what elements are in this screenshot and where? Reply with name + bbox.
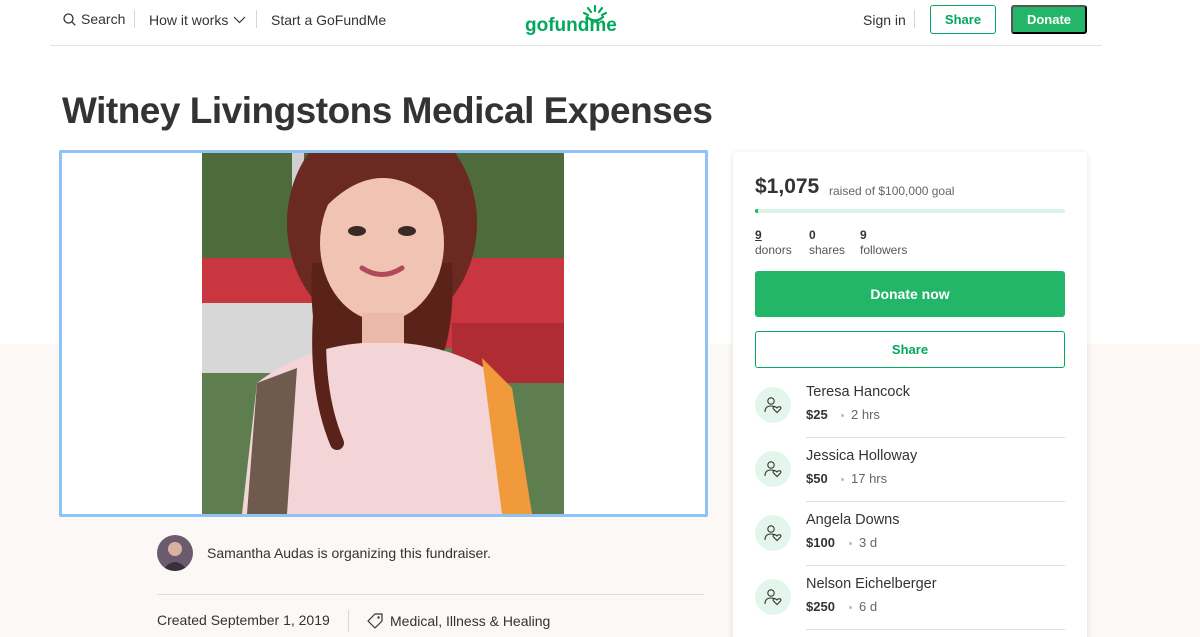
donation-item: Jessica Holloway $50 17 hrs — [755, 447, 1065, 511]
nav-divider — [134, 10, 135, 28]
stat-value: 9 — [860, 228, 867, 242]
category-link[interactable]: Medical, Illness & Healing — [366, 612, 550, 630]
how-it-works-menu[interactable]: How it works — [149, 12, 246, 28]
stat-value: 0 — [809, 228, 816, 242]
donation-sidebar: $1,075 raised of $100,000 goal 9 donors … — [733, 152, 1087, 637]
meta-divider — [348, 610, 349, 632]
separator-dot — [841, 478, 844, 481]
campaign-title: Witney Livingstons Medical Expenses — [62, 90, 713, 131]
separator-dot — [841, 414, 844, 417]
separator-dot — [849, 542, 852, 545]
donation-time: 3 d — [859, 535, 878, 550]
header-share-button[interactable]: Share — [930, 5, 996, 34]
donation-time: 2 hrs — [851, 407, 880, 422]
donor-name: Nelson Eichelberger — [806, 576, 937, 592]
stat-value: 9 — [755, 228, 762, 242]
how-it-works-label: How it works — [149, 12, 229, 28]
start-gofundme-label: Start a GoFundMe — [271, 12, 387, 28]
logo-text: gofundme — [525, 15, 617, 36]
tag-icon — [367, 613, 383, 629]
gofundme-logo[interactable]: gofundme — [525, 4, 625, 38]
start-gofundme-link[interactable]: Start a GoFundMe — [271, 12, 386, 28]
donation-amount: $50 — [806, 471, 828, 486]
organizer-text: Samantha Audas is organizing this fundra… — [207, 545, 492, 561]
donor-heart-icon — [755, 515, 791, 551]
progress-fill — [755, 209, 759, 213]
donation-item: Teresa Hancock $25 2 hrs — [755, 383, 1065, 447]
donation-divider — [806, 565, 1065, 566]
search-icon — [63, 12, 76, 26]
donation-divider — [806, 437, 1065, 438]
campaign-photo-image — [202, 153, 564, 514]
search-label: Search — [81, 11, 126, 27]
donation-amount: $25 — [806, 407, 828, 422]
donor-name: Angela Downs — [806, 512, 900, 528]
chevron-down-icon — [233, 16, 246, 24]
stat-label: donors — [755, 243, 792, 257]
header-donate-button[interactable]: Donate — [1011, 5, 1087, 34]
site-header: Search How it works Start a GoFundMe gof… — [0, 0, 1200, 46]
donor-heart-icon — [755, 579, 791, 615]
stat-followers: 9 followers — [860, 228, 907, 258]
nav-divider — [914, 10, 915, 28]
donor-heart-icon — [755, 451, 791, 487]
raised-amount: $1,075 — [755, 175, 820, 198]
stat-donors[interactable]: 9 donors — [755, 228, 792, 258]
stat-label: shares — [809, 243, 846, 257]
stat-shares: 0 shares — [809, 228, 845, 258]
donor-heart-icon — [755, 387, 791, 423]
progress-bar — [755, 209, 1065, 213]
share-button[interactable]: Share — [755, 331, 1065, 368]
raised-goal: raised of $100,000 goal — [829, 184, 955, 198]
donation-amount: $100 — [806, 535, 835, 550]
sign-in-label: Sign in — [863, 12, 906, 28]
donation-item: Angela Downs $100 3 d — [755, 511, 1065, 575]
donation-time: 6 d — [859, 599, 878, 614]
logo-graphic: gofundme — [525, 4, 617, 36]
organizer-divider — [157, 594, 704, 595]
created-date: Created September 1, 2019 — [157, 612, 330, 628]
donor-name: Teresa Hancock — [806, 384, 910, 400]
donation-amount: $250 — [806, 599, 835, 614]
donation-item: Nelson Eichelberger $250 6 d — [755, 575, 1065, 637]
campaign-photo[interactable] — [202, 153, 564, 514]
header-divider — [50, 45, 1102, 46]
sign-in-link[interactable]: Sign in — [863, 12, 906, 28]
organizer-avatar — [157, 535, 193, 571]
donation-divider — [806, 629, 1065, 630]
donation-time: 17 hrs — [851, 471, 888, 486]
donor-name: Jessica Holloway — [806, 448, 918, 464]
category-label: Medical, Illness & Healing — [390, 613, 551, 629]
nav-divider — [256, 10, 257, 28]
donate-now-button[interactable]: Donate now — [755, 271, 1065, 317]
stat-label: followers — [860, 243, 908, 257]
search-link[interactable]: Search — [63, 11, 125, 27]
donation-divider — [806, 501, 1065, 502]
separator-dot — [849, 606, 852, 609]
